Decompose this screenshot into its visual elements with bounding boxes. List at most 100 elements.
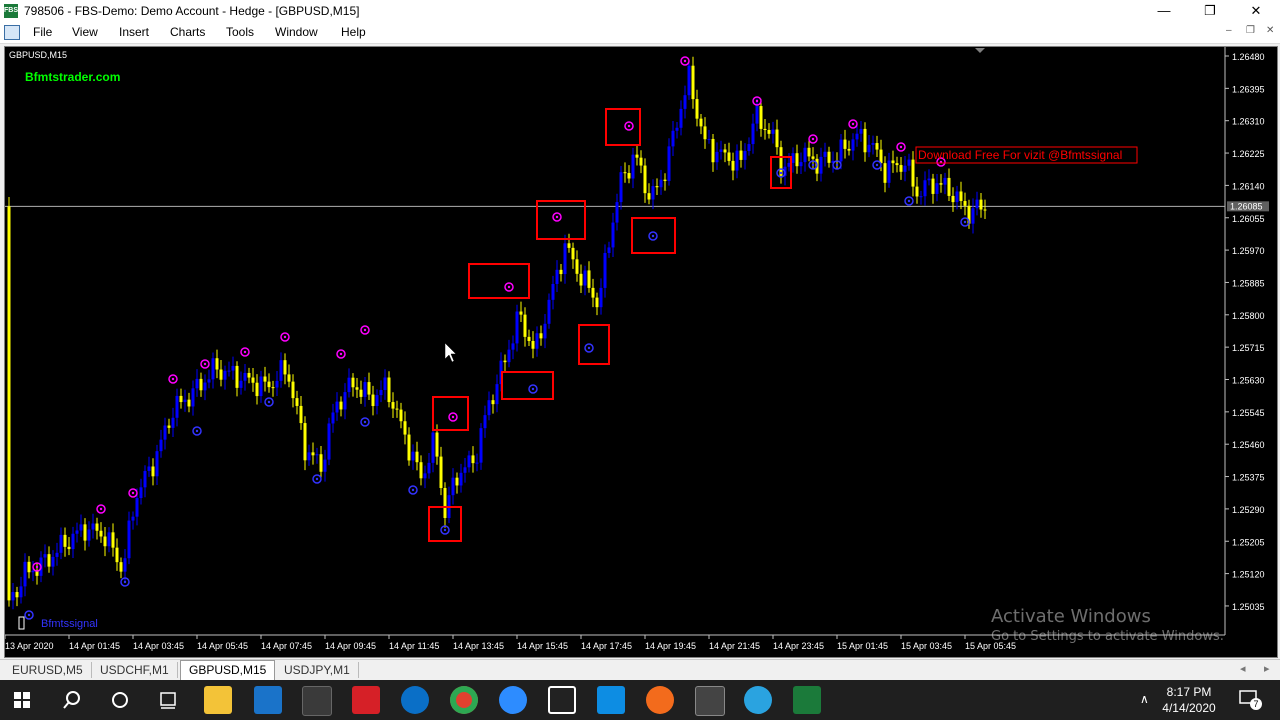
cortana-icon[interactable] <box>110 690 130 710</box>
search-icon[interactable] <box>62 690 82 710</box>
menu-insert[interactable]: Insert <box>119 25 149 39</box>
candle-body <box>631 154 635 179</box>
price-label: 1.25290 <box>1232 505 1265 515</box>
bottom-signal-dot <box>123 580 127 584</box>
candle-body <box>467 455 471 468</box>
candle-body <box>139 487 143 499</box>
price-label: 1.25800 <box>1232 311 1265 321</box>
candle-body <box>271 387 275 389</box>
tab-gbpusd-m15[interactable]: GBPUSD,M15 <box>180 660 276 680</box>
candle-body <box>579 273 583 286</box>
top-signal-dot <box>683 59 687 63</box>
film-icon[interactable] <box>548 686 576 714</box>
signal-highlight-box <box>501 371 554 400</box>
candle-body <box>927 178 931 181</box>
candle-body <box>147 466 151 471</box>
menu-window[interactable]: Window <box>275 25 318 39</box>
menu-help[interactable]: Help <box>341 25 366 39</box>
chevron-up-icon[interactable]: ∧ <box>1140 692 1149 706</box>
menu-file[interactable]: File <box>33 25 52 39</box>
candle-body <box>811 156 815 159</box>
task-view-icon[interactable] <box>158 690 178 710</box>
terminal-icon[interactable] <box>695 686 725 716</box>
clock-date: 4/14/2020 <box>1162 701 1216 715</box>
candle-body <box>291 381 295 399</box>
candle-body <box>755 106 759 124</box>
candle-body <box>383 377 387 391</box>
mail-icon[interactable] <box>254 686 282 714</box>
top-signal-dot <box>171 377 175 381</box>
chart-canvas[interactable]: 1.26480 1.26395 1.26310 1.26225 1.26140 1.260… <box>5 47 1277 657</box>
candle-body <box>719 149 723 152</box>
minimize-button[interactable]: — <box>1141 0 1187 22</box>
candle-body <box>211 358 215 380</box>
tab-eurusd-m5[interactable]: EURUSD,M5 <box>4 662 92 678</box>
window-title: 798506 - FBS-Demo: Demo Account - Hedge … <box>24 4 360 18</box>
candle-body <box>199 378 203 391</box>
candle-body <box>59 534 63 553</box>
candle-body <box>179 395 183 403</box>
notification-count: 7 <box>1250 698 1262 710</box>
candle-body <box>555 269 559 284</box>
price-chart[interactable]: 1.26480 1.26395 1.26310 1.26225 1.26140 1.260… <box>4 46 1278 658</box>
time-label: 13 Apr 2020 <box>5 641 54 651</box>
top-signal-dot <box>811 137 815 141</box>
taskbar-clock[interactable]: 8:17 PM 4/14/2020 <box>1154 684 1224 716</box>
candle-body <box>259 376 263 397</box>
chart-window-icon[interactable] <box>4 25 20 40</box>
candle-body <box>635 154 639 158</box>
notification-icon[interactable]: 7 <box>1238 688 1262 710</box>
watermark-top: Bfmtstrader.com <box>25 70 120 84</box>
app-icon[interactable] <box>352 686 380 714</box>
menu-charts[interactable]: Charts <box>170 25 205 39</box>
candle-body <box>743 150 747 160</box>
close-button[interactable]: ✕ <box>1233 0 1279 22</box>
file-explorer-icon[interactable] <box>204 686 232 714</box>
menu-tools[interactable]: Tools <box>226 25 254 39</box>
candle-body <box>191 388 195 407</box>
tab-scroll-left-icon[interactable]: ◂ <box>1240 662 1246 675</box>
candle-body <box>647 193 651 200</box>
maximize-button[interactable]: ❐ <box>1187 0 1233 22</box>
fbs-icon[interactable] <box>793 686 821 714</box>
time-label: 15 Apr 01:45 <box>837 641 888 651</box>
windows-start-icon[interactable] <box>14 692 30 708</box>
tab-usdjpy-m1[interactable]: USDJPY,M1 <box>276 662 359 678</box>
candle-body <box>507 349 511 363</box>
edge-icon[interactable] <box>401 686 429 714</box>
candle-body <box>439 456 443 489</box>
candle-body <box>235 365 239 388</box>
menu-view[interactable]: View <box>72 25 98 39</box>
candle-body <box>391 402 395 409</box>
candle-body <box>187 399 191 407</box>
tab-scroll-right-icon[interactable]: ▸ <box>1264 662 1270 675</box>
candle-body <box>715 151 719 163</box>
mdi-minimize-button[interactable]: – <box>1226 25 1232 36</box>
price-label: 1.25885 <box>1232 278 1265 288</box>
mdi-close-button[interactable]: ✕ <box>1266 25 1274 36</box>
store-icon[interactable] <box>302 686 332 716</box>
symbol-tab-bar: EURUSD,M5 USDCHF,M1 GBPUSD,M15 USDJPY,M1… <box>0 659 1280 680</box>
chrome-icon[interactable] <box>450 686 478 714</box>
candle-body <box>539 333 543 339</box>
candle-body <box>847 148 851 151</box>
tab-usdchf-m1[interactable]: USDCHF,M1 <box>92 662 178 678</box>
chart-app-icon[interactable] <box>646 686 674 714</box>
candle-body <box>143 470 147 488</box>
candle-body <box>655 186 659 188</box>
telegram-icon[interactable] <box>744 686 772 714</box>
candle-body <box>983 209 987 211</box>
candle-body <box>979 199 983 210</box>
candle-body <box>711 138 715 163</box>
candle-body <box>951 195 955 203</box>
candle-body <box>915 186 919 197</box>
candle-body <box>779 147 783 176</box>
candle-body <box>275 380 279 388</box>
zoom-icon[interactable] <box>499 686 527 714</box>
candle-body <box>135 498 139 517</box>
candle-body <box>435 432 439 457</box>
zalo-icon[interactable] <box>597 686 625 714</box>
mdi-restore-button[interactable]: ❐ <box>1246 25 1255 36</box>
top-signal-dot <box>99 507 103 511</box>
time-label: 14 Apr 07:45 <box>261 641 312 651</box>
